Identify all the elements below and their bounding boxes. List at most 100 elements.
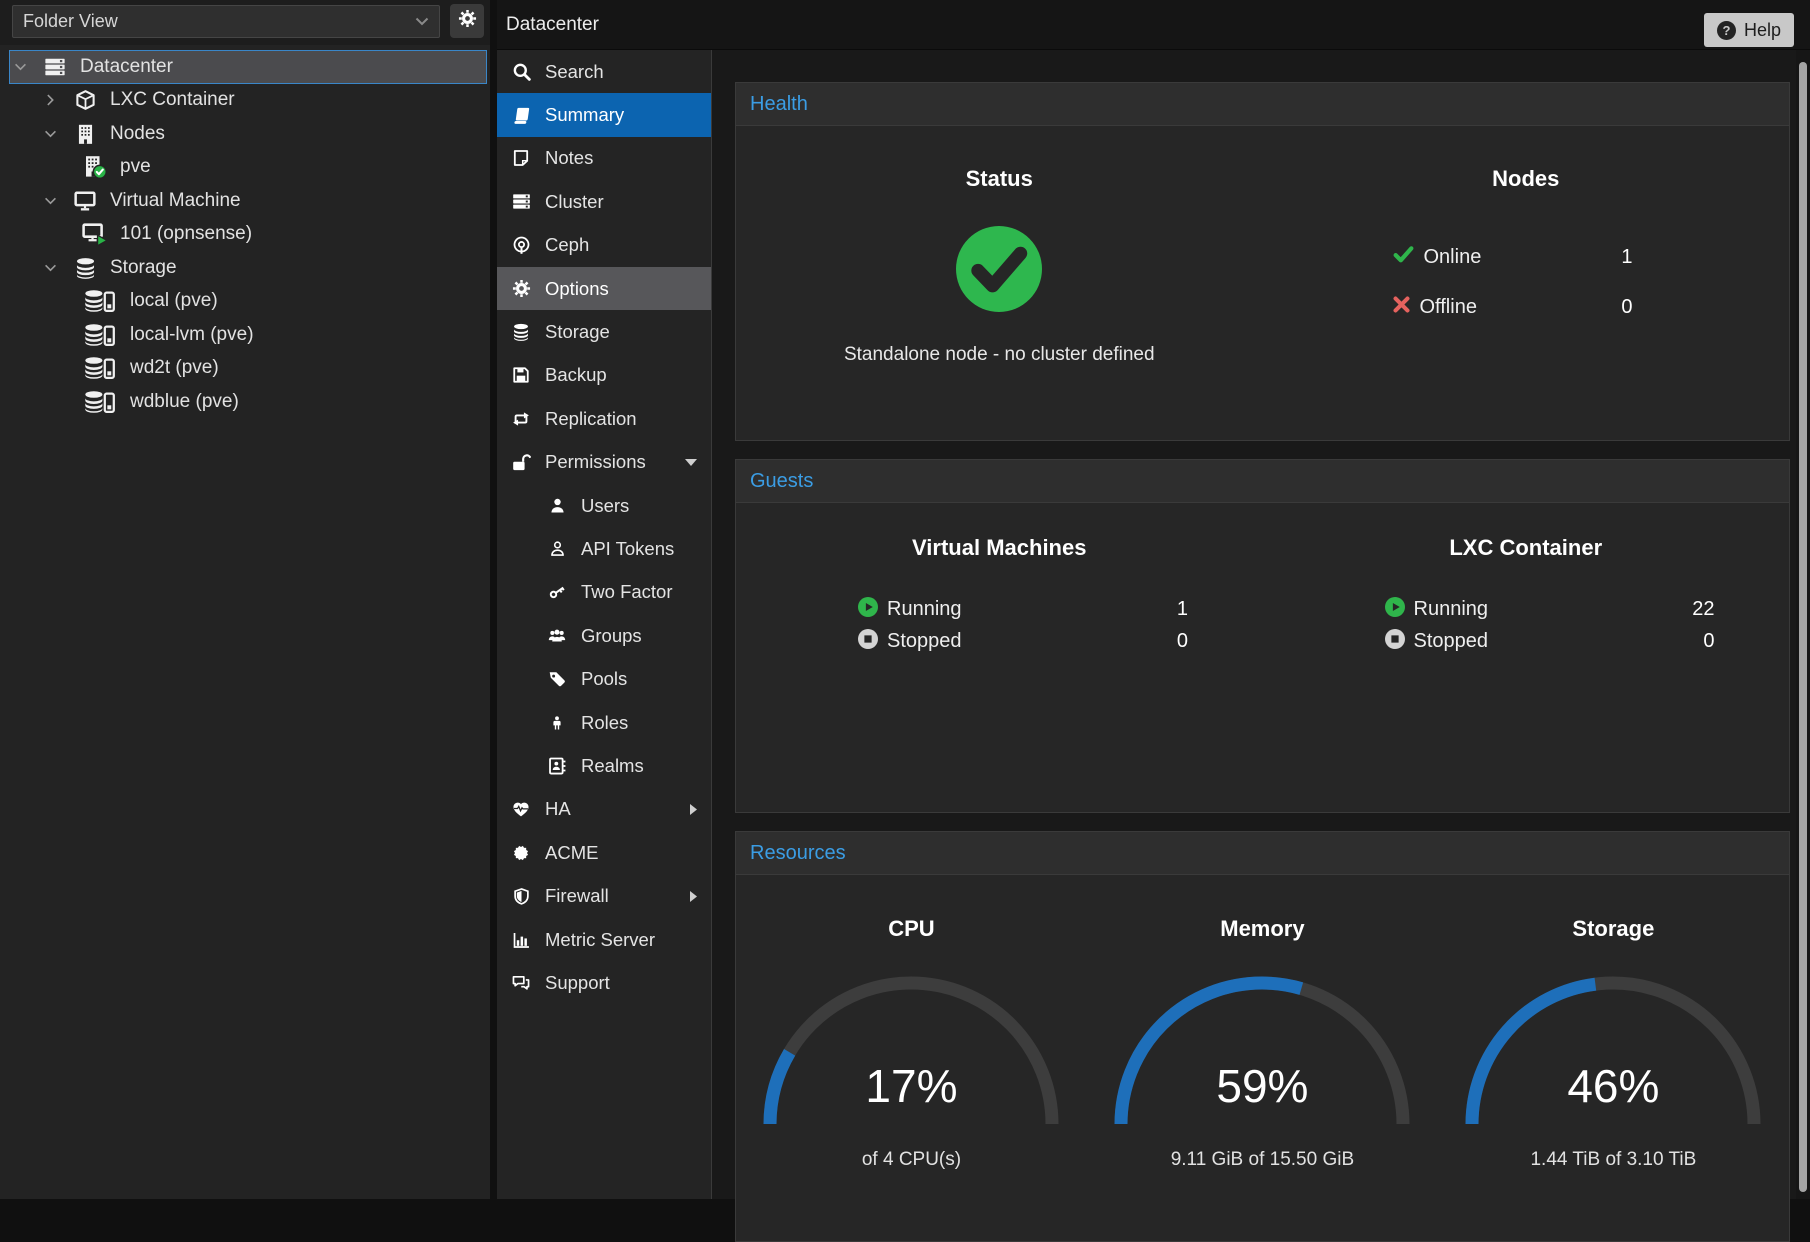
- menu-item-acme[interactable]: ACME: [497, 831, 711, 874]
- storage-gauge-title: Storage: [1572, 915, 1654, 943]
- menu-item-label: HA: [545, 798, 571, 820]
- menu-item-roles[interactable]: Roles: [497, 701, 711, 744]
- tree-item-lxc-container[interactable]: LXC Container: [0, 84, 490, 118]
- resources-panel-header: Resources: [736, 832, 1789, 875]
- status-column: Status Standalone node - no cluster defi…: [736, 164, 1263, 365]
- stop-circle-icon: [1385, 629, 1405, 654]
- menu-item-metric-server[interactable]: Metric Server: [497, 918, 711, 961]
- tree-item-label: wdblue (pve): [130, 391, 239, 413]
- memory-gauge-subtitle: 9.11 GiB of 15.50 GiB: [1171, 1149, 1354, 1171]
- expander-icon[interactable]: [14, 63, 38, 71]
- expander-icon[interactable]: [44, 264, 68, 272]
- book-icon: [510, 106, 532, 125]
- tree-item-storage-wd2t[interactable]: wd2t (pve): [0, 352, 490, 386]
- menu-item-label: Options: [545, 278, 609, 300]
- node-online-icon: [78, 155, 112, 179]
- address-book-icon: [546, 757, 568, 775]
- database-icon: [68, 257, 102, 279]
- caret-right-icon: [690, 891, 697, 902]
- tree-item-storage-wdblue[interactable]: wdblue (pve): [0, 385, 490, 419]
- caret-down-icon: [685, 459, 697, 466]
- health-panel: Health Status Standalone node - no clust…: [735, 82, 1790, 441]
- storage-drive-icon: [78, 356, 122, 380]
- guests-panel-title: Guests: [750, 470, 813, 493]
- menu-item-label: Summary: [545, 104, 624, 126]
- tree-item-datacenter[interactable]: Datacenter: [9, 50, 487, 84]
- menu-item-cluster[interactable]: Cluster: [497, 180, 711, 223]
- menu-item-label: Realms: [581, 755, 644, 777]
- menu-item-permissions[interactable]: Permissions: [497, 441, 711, 484]
- lxc-title: LXC Container: [1263, 533, 1790, 563]
- menu-item-ceph[interactable]: Ceph: [497, 224, 711, 267]
- vm-running-icon: [78, 222, 112, 246]
- tree-settings-button[interactable]: [450, 4, 484, 38]
- virtual-machines-column: Virtual Machines Running 1 Stopped 0: [736, 533, 1263, 657]
- users-icon: [546, 627, 568, 644]
- user-outline-icon: [546, 540, 568, 557]
- nodes-offline-label: Offline: [1420, 296, 1477, 319]
- comments-icon: [510, 974, 532, 992]
- vm-running-label: Running: [887, 598, 962, 621]
- stop-circle-icon: [858, 629, 878, 654]
- menu-item-label: Roles: [581, 712, 628, 734]
- tree-item-storage[interactable]: Storage: [0, 251, 490, 285]
- tree-item-virtual-machine[interactable]: Virtual Machine: [0, 184, 490, 218]
- building-icon: [68, 123, 102, 145]
- vm-running-value: 1: [1177, 598, 1188, 621]
- menu-item-notes[interactable]: Notes: [497, 137, 711, 180]
- scrollbar-thumb[interactable]: [1799, 62, 1807, 1192]
- nodes-offline-row: Offline 0: [1393, 282, 1633, 332]
- nodes-online-row: Online 1: [1393, 232, 1633, 282]
- menu-item-realms[interactable]: Realms: [497, 744, 711, 787]
- tree-item-vm-101[interactable]: 101 (opnsense): [0, 218, 490, 252]
- lxc-running-label: Running: [1414, 598, 1489, 621]
- tag-icon: [546, 670, 568, 688]
- database-icon: [510, 323, 532, 341]
- menu-item-replication[interactable]: Replication: [497, 397, 711, 440]
- menu-item-options[interactable]: Options: [497, 267, 711, 310]
- expander-icon[interactable]: [44, 96, 68, 104]
- tree-item-label: pve: [120, 156, 151, 178]
- menu-item-label: Storage: [545, 321, 610, 343]
- menu-item-groups[interactable]: Groups: [497, 614, 711, 657]
- menu-item-label: Cluster: [545, 191, 604, 213]
- menu-item-label: Two Factor: [581, 581, 673, 603]
- storage-drive-icon: [78, 323, 122, 347]
- vm-running-row: Running 1: [858, 593, 1188, 625]
- vertical-scrollbar[interactable]: [1796, 50, 1810, 1199]
- menu-item-search[interactable]: Search: [497, 50, 711, 93]
- menu-item-storage[interactable]: Storage: [497, 310, 711, 353]
- tree-item-label: LXC Container: [110, 89, 235, 111]
- tree-toolbar: Folder View: [0, 0, 490, 45]
- retweet-icon: [510, 410, 532, 428]
- menu-item-summary[interactable]: Summary: [497, 93, 711, 136]
- menu-item-two-factor[interactable]: Two Factor: [497, 571, 711, 614]
- tree-item-storage-local-lvm[interactable]: local-lvm (pve): [0, 318, 490, 352]
- tree-item-nodes[interactable]: Nodes: [0, 117, 490, 151]
- lxc-running-row: Running 22: [1385, 593, 1715, 625]
- vm-stopped-label: Stopped: [887, 630, 962, 653]
- resource-tree: Datacenter LXC Container Nodes pve Virtu…: [0, 50, 490, 419]
- menu-item-support[interactable]: Support: [497, 961, 711, 1004]
- menu-item-firewall[interactable]: Firewall: [497, 874, 711, 917]
- tree-item-storage-local[interactable]: local (pve): [0, 285, 490, 319]
- view-mode-select[interactable]: Folder View: [12, 5, 440, 38]
- menu-item-ha[interactable]: HA: [497, 788, 711, 831]
- menu-item-pools[interactable]: Pools: [497, 657, 711, 700]
- storage-gauge-column: Storage 46% 1.44 TiB of 3.10 TiB: [1438, 915, 1789, 1171]
- ceph-icon: [510, 236, 532, 255]
- menu-item-backup[interactable]: Backup: [497, 354, 711, 397]
- menu-item-api-tokens[interactable]: API Tokens: [497, 527, 711, 570]
- storage-gauge-subtitle: 1.44 TiB of 3.10 TiB: [1530, 1149, 1696, 1171]
- lxc-stopped-label: Stopped: [1414, 630, 1489, 653]
- guests-panel: Guests Virtual Machines Running 1 Stoppe…: [735, 459, 1790, 813]
- menu-item-users[interactable]: Users: [497, 484, 711, 527]
- help-button-label: Help: [1744, 20, 1781, 41]
- summary-content: Health Status Standalone node - no clust…: [712, 50, 1810, 1199]
- menu-item-label: Notes: [545, 147, 593, 169]
- expander-icon[interactable]: [44, 197, 68, 205]
- help-button[interactable]: ? Help: [1704, 13, 1794, 47]
- expander-icon[interactable]: [44, 130, 68, 138]
- menu-item-label: Pools: [581, 668, 627, 690]
- tree-item-node-pve[interactable]: pve: [0, 151, 490, 185]
